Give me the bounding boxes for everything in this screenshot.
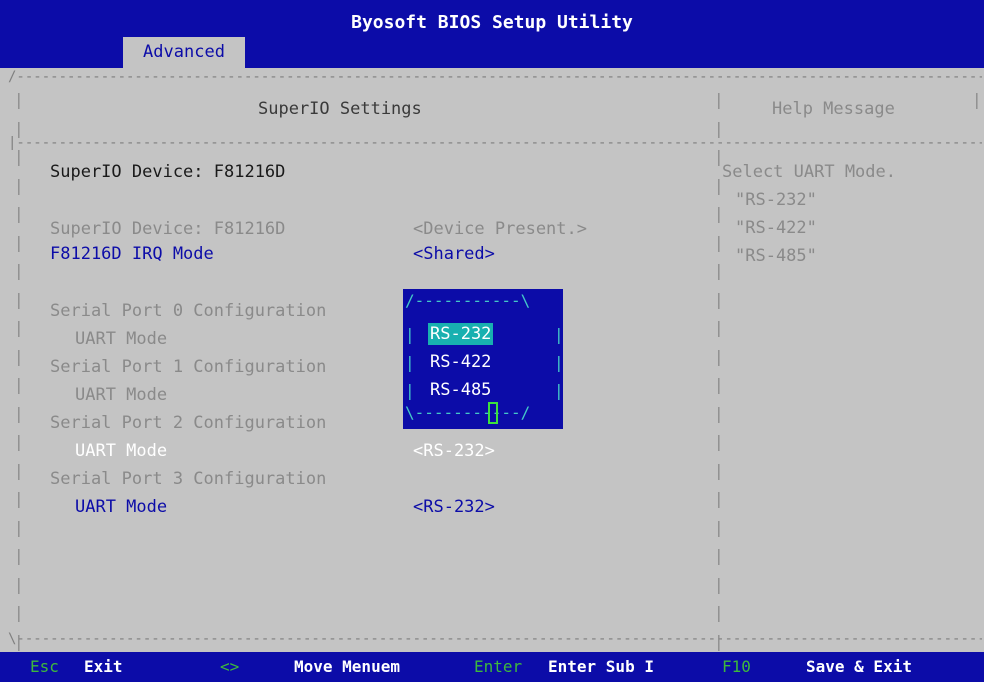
serial-port-1-heading: Serial Port 1 Configuration [50, 357, 327, 377]
footer-action-save-exit[interactable]: Save & Exit [806, 656, 912, 678]
footer-action-enter[interactable]: Enter Sub I [548, 656, 654, 678]
serial-port-3-uart-label[interactable]: UART Mode [75, 496, 167, 518]
serial-port-2-heading: Serial Port 2 Configuration [50, 413, 327, 433]
help-text-line-1: Select UART Mode. [722, 162, 896, 182]
footer-bar: Esc Exit <> Move Menuem Enter Enter Sub … [0, 652, 984, 682]
popup-option-rs485[interactable]: RS-485 [428, 379, 493, 401]
setting-label-device: SuperIO Device: F81216D [50, 219, 286, 239]
footer-action-move[interactable]: Move Menuem [294, 656, 400, 678]
title-bar: Byosoft BIOS Setup Utility Advanced [0, 0, 984, 68]
serial-port-0-uart-label: UART Mode [75, 329, 168, 349]
frame-left-border: | | | | | | | | | | | | | | | | | | | | [14, 90, 24, 651]
serial-port-2-uart-label[interactable]: UART Mode [75, 440, 167, 462]
popup-option-rs422[interactable]: RS-422 [428, 351, 493, 373]
footer-key-enter: Enter [474, 657, 523, 676]
setting-value-irq-mode[interactable]: <Shared> [413, 243, 495, 265]
popup-top-border: /-----------\ [405, 291, 531, 310]
frame-bottom-border: \---------------------------------------… [8, 632, 982, 646]
help-title: Help Message [772, 99, 895, 119]
scroll-indicator [488, 402, 498, 424]
device-heading: SuperIO Device: F81216D [50, 162, 286, 182]
serial-port-1-uart-label: UART Mode [75, 385, 168, 405]
help-text-line-4: "RS-485" [735, 246, 817, 266]
popup-bottom-border: \-----------/ [405, 403, 531, 422]
setting-value-device: <Device Present.> [413, 219, 587, 239]
frame-top-border: /---------------------------------------… [8, 70, 982, 84]
setting-label-irq-mode[interactable]: F81216D IRQ Mode [50, 243, 214, 265]
popup-left-border: | | | [405, 325, 415, 400]
help-text-line-2: "RS-232" [735, 190, 817, 210]
serial-port-2-uart-value[interactable]: <RS-232> [413, 440, 495, 462]
footer-action-exit[interactable]: Exit [84, 656, 123, 678]
help-text-line-3: "RS-422" [735, 218, 817, 238]
serial-port-3-heading: Serial Port 3 Configuration [50, 469, 327, 489]
footer-key-arrows: <> [220, 657, 240, 676]
popup-right-border: | | | [554, 325, 564, 400]
panel-title: SuperIO Settings [258, 99, 422, 119]
popup-option-rs232[interactable]: RS-232 [428, 323, 494, 345]
uart-mode-popup: /-----------\ | | | | | | RS-232 RS-422 … [403, 289, 564, 429]
serial-port-3-uart-value[interactable]: <RS-232> [413, 496, 495, 518]
frame-header-divider: |---------------------------------------… [8, 136, 982, 150]
footer-key-esc: Esc [30, 657, 59, 676]
frame-right-border: | [972, 90, 982, 109]
footer-key-f10: F10 [722, 657, 751, 676]
app-title: Byosoft BIOS Setup Utility [351, 12, 633, 33]
tab-advanced[interactable]: Advanced [123, 37, 245, 68]
serial-port-0-heading: Serial Port 0 Configuration [50, 301, 327, 321]
